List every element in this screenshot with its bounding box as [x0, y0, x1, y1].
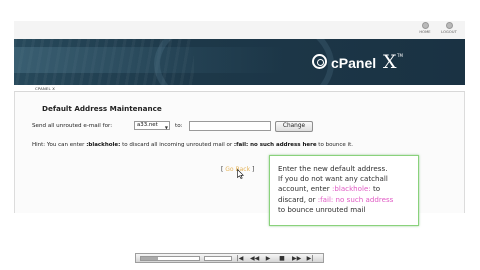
hint-middle: to discard all incoming unrouted mail or	[120, 142, 234, 148]
nav-logout[interactable]: LOGOUT	[438, 22, 460, 34]
destination-address-input[interactable]	[189, 121, 271, 131]
play-icon[interactable]: ▶	[264, 255, 272, 262]
fast-forward-icon[interactable]: ▶▶	[292, 255, 301, 262]
hint-blackhole: :blackhole:	[86, 142, 121, 148]
mouse-cursor-icon	[237, 169, 244, 179]
tooltip-line-3a: account, enter	[278, 184, 332, 194]
logout-icon	[445, 22, 453, 29]
seek-progress	[141, 257, 159, 260]
go-back-bracket-close: ]	[250, 166, 255, 173]
tooltip-blackhole: :blackhole:	[331, 184, 371, 194]
banner-arc	[154, 39, 334, 85]
video-player-controls: |◀ ◀◀ ▶ ■ ▶▶ ▶|	[135, 253, 324, 263]
seek-bar[interactable]	[140, 256, 200, 261]
nav-home-label: HOME	[419, 30, 431, 34]
help-tooltip: Enter the new default address. If you do…	[269, 155, 419, 226]
hint-text: Hint: You can enter :blackhole: to disca…	[32, 142, 353, 148]
tooltip-fail: :fail: no such address	[317, 194, 394, 204]
rewind-icon[interactable]: ◀◀	[250, 255, 259, 262]
logo-text: cPanel	[331, 55, 377, 71]
domain-select[interactable]: a33.net ▼	[134, 121, 170, 130]
breadcrumb-bar: CPANEL X	[14, 85, 465, 92]
nav-logout-label: LOGOUT	[441, 30, 457, 34]
cpanel-logo-icon	[312, 54, 327, 69]
logo-version: X	[383, 51, 397, 73]
tooltip-line-4: discard, or :fail: no such address	[278, 195, 416, 205]
tooltip-line-3b: to	[370, 184, 381, 194]
change-button[interactable]: Change	[275, 121, 313, 132]
page-title: Default Address Maintenance	[42, 104, 162, 113]
tooltip-line-2: If you do not want any catchall	[278, 174, 388, 184]
home-icon	[421, 22, 429, 29]
domain-select-value: a33.net	[137, 122, 158, 128]
skip-back-icon[interactable]: |◀	[236, 255, 244, 262]
tooltip-line-1: Enter the new default address.	[278, 164, 388, 173]
logo-trademark: TM	[397, 53, 403, 58]
hint-prefix: Hint: You can enter	[32, 142, 87, 148]
hint-fail: :fail: no such address here	[233, 142, 317, 148]
nav-home[interactable]: HOME	[414, 22, 436, 34]
to-label: to:	[175, 123, 183, 129]
top-navigation: HOME LOGOUT	[14, 21, 465, 39]
cpanel-banner: cPanel X TM	[14, 39, 465, 85]
skip-forward-icon[interactable]: ▶|	[306, 255, 314, 262]
chevron-down-icon: ▼	[164, 125, 168, 130]
tooltip-text: Enter the new default address. If you do…	[278, 164, 416, 215]
hint-suffix: to bounce it.	[316, 142, 353, 148]
volume-slider[interactable]	[204, 256, 232, 261]
tooltip-line-3: account, enter :blackhole: to	[278, 184, 416, 194]
tooltip-line-5: to bounce unrouted mail	[278, 204, 366, 214]
send-unrouted-label: Send all unrouted e-mail for:	[32, 123, 113, 129]
breadcrumb[interactable]: CPANEL X	[35, 86, 55, 91]
stop-icon[interactable]: ■	[278, 255, 286, 262]
tooltip-line-4a: discard, or	[278, 194, 318, 204]
